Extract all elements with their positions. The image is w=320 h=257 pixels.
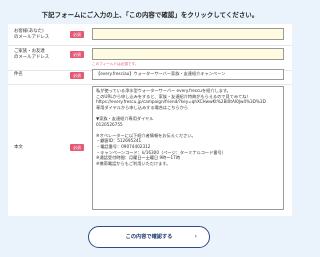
email-label-line2: のメールアドレス bbox=[14, 35, 50, 40]
friend-email-error: このフィールドは必須です。 bbox=[92, 62, 139, 66]
chevron-right-icon: › bbox=[194, 233, 197, 240]
required-badge: 必須 bbox=[70, 31, 84, 38]
email-field[interactable] bbox=[92, 28, 284, 40]
subject-field[interactable]: 【every.fresciau】ウォーターサーバー家族・友達紹介キャンペーン bbox=[92, 69, 284, 80]
required-badge: 必須 bbox=[70, 51, 84, 58]
subject-label: 件名 bbox=[14, 72, 23, 77]
confirm-button-label: この内容で確認する bbox=[125, 234, 173, 240]
friend-email-field[interactable] bbox=[92, 48, 284, 60]
required-badge: 必須 bbox=[70, 72, 84, 79]
divider bbox=[8, 84, 292, 85]
divider bbox=[8, 45, 292, 46]
confirm-button[interactable]: この内容で確認する › bbox=[88, 226, 210, 248]
email-label: お客様(あなた) のメールアドレス bbox=[14, 29, 49, 41]
friend-email-label: ご家族・お友達 のメールアドレス bbox=[14, 49, 49, 61]
friend-email-label-line2: のメールアドレス bbox=[14, 55, 50, 60]
required-badge: 必須 bbox=[70, 144, 84, 151]
page-instruction: 下記フォームにご入力の上、「この内容で確認」をクリックしてください。 bbox=[41, 11, 259, 19]
body-label: 本文 bbox=[14, 145, 23, 150]
body-textarea[interactable]: 私が使っている浄水型ウォーターサーバー every.frescuを紹介します。 … bbox=[92, 86, 284, 210]
contact-form: お客様(あなた) のメールアドレス 必須 ご家族・お友達 のメールアドレス 必須… bbox=[8, 24, 292, 216]
